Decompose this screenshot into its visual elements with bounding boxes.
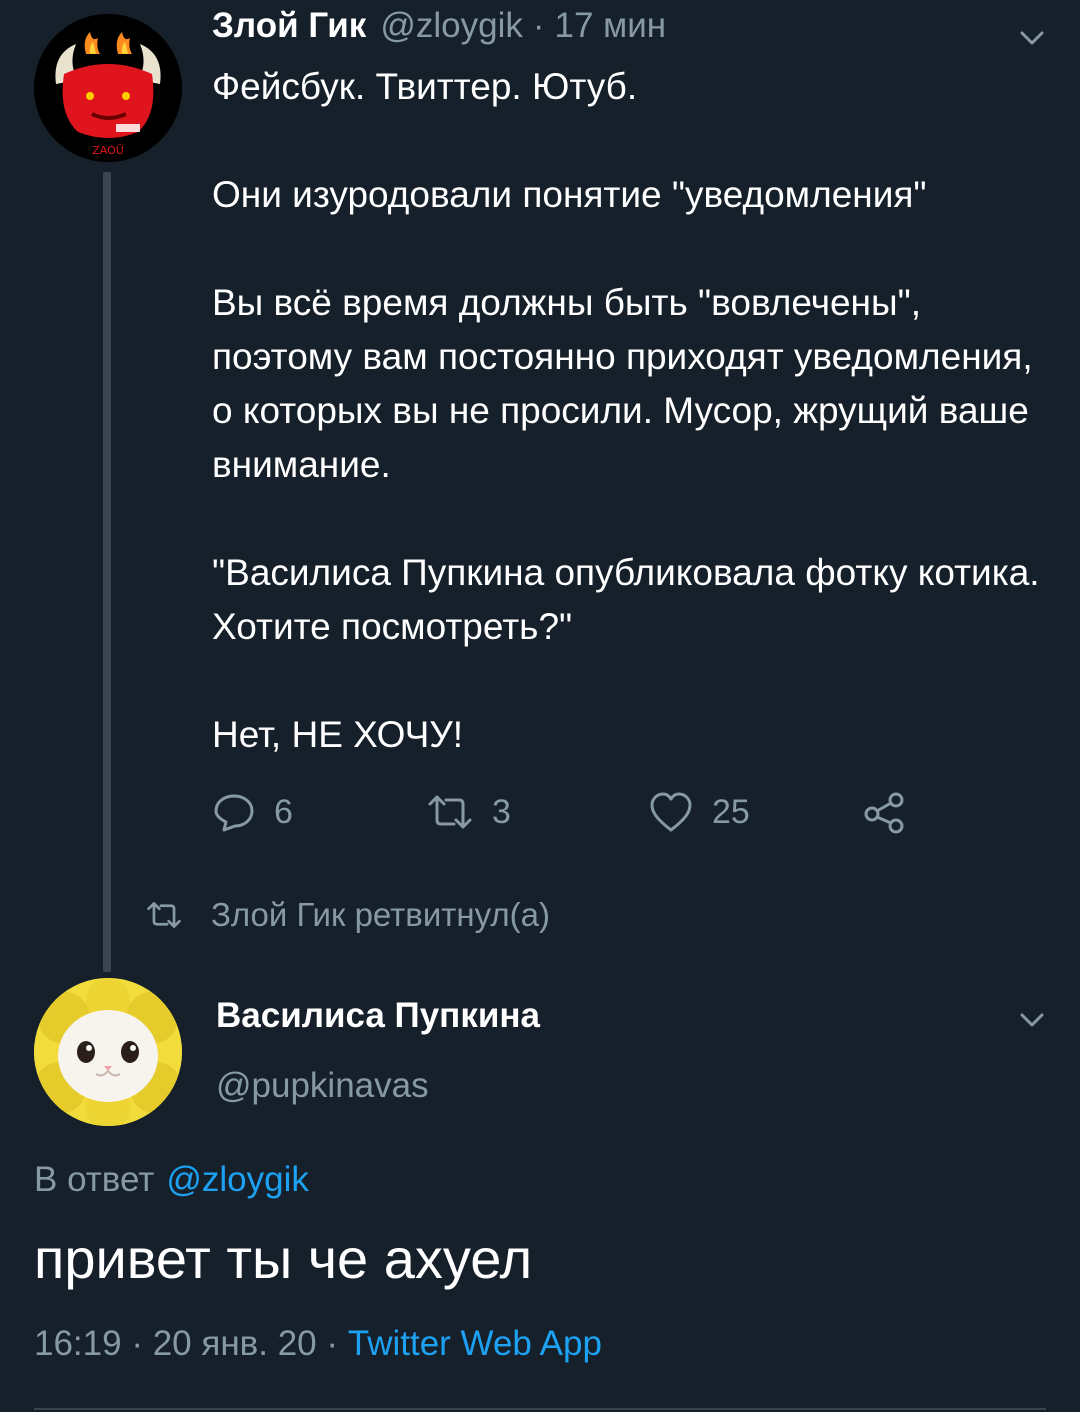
reply-mention-link[interactable]: @zloygik (166, 1160, 309, 1199)
author-handle[interactable]: @zloygik (380, 6, 523, 46)
share-icon (864, 792, 904, 834)
tweet-menu-button[interactable] (1018, 24, 1046, 57)
thread-connector-line (103, 172, 111, 972)
author-name[interactable]: Злой Гик (212, 6, 366, 46)
reply-icon (214, 794, 254, 832)
tweet-paragraph: Они изуродовали понятие "уведомления" (212, 174, 927, 215)
tweet-meta: 16:19 · 20 янв. 20 · Twitter Web App (34, 1324, 602, 1364)
retweet-icon (428, 795, 472, 829)
reply-count: 6 (274, 792, 293, 831)
author-handle[interactable]: @pupkinavas (216, 1066, 429, 1106)
tweet-body: Фейсбук. Твиттер. Ютуб. Они изуродовали … (212, 60, 1052, 762)
reply-button[interactable]: 6 (212, 790, 293, 834)
chevron-down-icon (1020, 31, 1044, 45)
avatar-cat-image (34, 978, 182, 1126)
tweet-paragraph: Нет, НЕ ХОЧУ! (212, 714, 464, 755)
like-count: 25 (712, 792, 750, 831)
retweet-banner: Злой Гик ретвитнул(а) (145, 896, 550, 934)
tweet-source-link[interactable]: Twitter Web App (348, 1324, 602, 1363)
svg-text:ZAOŬ: ZAOŬ (92, 144, 124, 157)
divider (34, 1408, 1046, 1410)
tweet-time[interactable]: 17 мин (555, 6, 667, 46)
tweet-paragraph: Вы всё время должны быть "вовлечены", по… (212, 282, 1033, 485)
retweet-banner-text[interactable]: Злой Гик ретвитнул(а) (211, 896, 550, 934)
meta-separator: · (326, 1324, 339, 1363)
retweet-count: 3 (492, 792, 511, 831)
meta-separator: · (532, 6, 545, 45)
tweet-paragraph: "Василиса Пупкина опубликовала фотку кот… (212, 552, 1040, 647)
retweet-button[interactable]: 3 (426, 790, 511, 834)
tweet-body: привет ты че ахуел (34, 1227, 533, 1290)
tweet-actions: 6 3 25 (212, 790, 972, 840)
like-button[interactable]: 25 (648, 790, 750, 834)
tweet-time: 16:19 (34, 1324, 122, 1363)
retweet-icon (147, 902, 181, 928)
avatar-pupkinavas[interactable] (34, 978, 182, 1126)
tweet-paragraph: Фейсбук. Твиттер. Ютуб. (212, 66, 638, 107)
avatar-devil-image: ZAOŬ (34, 14, 182, 162)
meta-separator: · (131, 1324, 143, 1363)
chevron-down-icon (1020, 1013, 1044, 1027)
tweet-date: 20 янв. 20 (152, 1324, 317, 1363)
reply-context: В ответ @zloygik (34, 1160, 309, 1200)
avatar-zloygik[interactable]: ZAOŬ (34, 14, 182, 162)
tweet-header: Злой Гик @zloygik · 17 мин (212, 6, 666, 62)
reply-prefix: В ответ (34, 1160, 155, 1199)
share-button[interactable] (862, 790, 908, 836)
like-icon (650, 792, 692, 832)
tweet-menu-button[interactable] (1018, 1006, 1046, 1039)
author-name[interactable]: Василиса Пупкина (216, 996, 540, 1036)
